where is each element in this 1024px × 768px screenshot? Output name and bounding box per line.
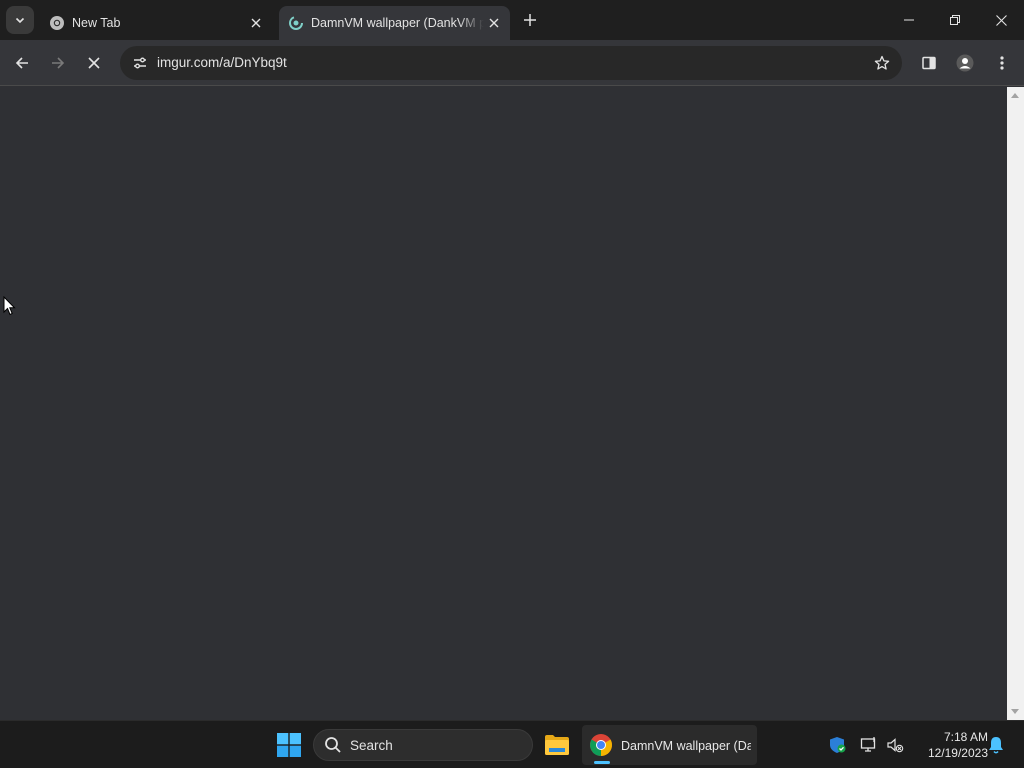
menu-button[interactable] <box>986 47 1018 79</box>
close-window-button[interactable] <box>978 0 1024 40</box>
minimize-button[interactable] <box>886 0 932 40</box>
forward-button[interactable] <box>42 47 74 79</box>
profile-button[interactable] <box>949 47 981 79</box>
loading-spinner-icon <box>288 15 304 31</box>
tab-new-tab[interactable]: New Tab <box>40 6 272 40</box>
shield-check-icon <box>830 737 846 753</box>
speaker-muted-icon <box>887 738 904 753</box>
scroll-down-icon[interactable] <box>1011 709 1019 714</box>
taskbar-chrome-window[interactable]: DamnVM wallpaper (Da <box>582 725 757 765</box>
windows-taskbar: Search DamnVM wallpaper (Da 7:18 AM 12/1… <box>0 720 1024 768</box>
close-icon <box>88 57 100 69</box>
vertical-scrollbar[interactable] <box>1007 87 1024 720</box>
stop-loading-button[interactable] <box>78 47 110 79</box>
scroll-up-icon[interactable] <box>1011 93 1019 98</box>
tab-close-icon[interactable] <box>484 13 504 33</box>
running-indicator <box>594 761 610 764</box>
tab-title: DamnVM wallpaper (DankVM p <box>311 16 484 30</box>
tab-search-button[interactable] <box>6 6 34 34</box>
profile-icon <box>956 54 974 72</box>
arrow-left-icon <box>15 57 28 69</box>
kebab-menu-icon <box>1000 56 1004 70</box>
mouse-cursor-icon <box>3 296 16 316</box>
search-label: Search <box>350 738 393 753</box>
network-tray-icon[interactable] <box>859 735 879 755</box>
site-info-button[interactable] <box>126 49 154 77</box>
chrome-icon <box>590 734 612 756</box>
address-bar[interactable]: imgur.com/a/DnYbq9t <box>120 46 902 80</box>
chevron-down-icon <box>15 17 25 24</box>
file-explorer-button[interactable] <box>540 727 574 763</box>
close-icon <box>995 14 1007 26</box>
tune-icon <box>134 57 146 69</box>
clock-date: 12/19/2023 <box>927 746 988 760</box>
restore-icon <box>950 15 960 25</box>
restore-button[interactable] <box>932 0 978 40</box>
volume-tray-icon[interactable] <box>885 735 905 755</box>
clock-time: 7:18 AM <box>943 730 988 744</box>
bell-icon <box>989 737 1003 754</box>
side-panel-icon <box>922 56 936 70</box>
star-icon <box>874 55 890 70</box>
taskbar-search[interactable]: Search <box>313 729 533 761</box>
back-button[interactable] <box>6 47 38 79</box>
tab-damnvm-wallpaper[interactable]: DamnVM wallpaper (DankVM p <box>279 6 510 40</box>
plus-icon <box>524 14 536 26</box>
network-icon <box>860 737 876 752</box>
bookmark-button[interactable] <box>868 49 896 77</box>
windows-logo-icon <box>277 733 301 757</box>
browser-toolbar: imgur.com/a/DnYbq9t <box>0 40 1024 86</box>
minimize-icon <box>904 19 914 21</box>
side-panel-button[interactable] <box>913 47 945 79</box>
start-button[interactable] <box>272 727 306 763</box>
tab-title: New Tab <box>72 16 121 30</box>
url-text[interactable]: imgur.com/a/DnYbq9t <box>157 55 287 70</box>
search-icon <box>325 737 341 753</box>
taskbar-clock[interactable]: 7:18 AM 12/19/2023 <box>912 729 988 761</box>
security-tray-icon[interactable] <box>828 735 848 755</box>
page-content <box>0 87 1007 720</box>
taskbar-window-title: DamnVM wallpaper (Da <box>621 739 751 753</box>
tab-strip: New Tab DamnVM wallpaper (DankVM p <box>0 0 1024 40</box>
folder-icon <box>545 735 569 755</box>
tab-close-icon[interactable] <box>246 13 266 33</box>
arrow-right-icon <box>52 57 65 69</box>
new-tab-button[interactable] <box>519 9 541 31</box>
notifications-button[interactable] <box>986 735 1006 755</box>
chrome-icon <box>49 15 65 31</box>
